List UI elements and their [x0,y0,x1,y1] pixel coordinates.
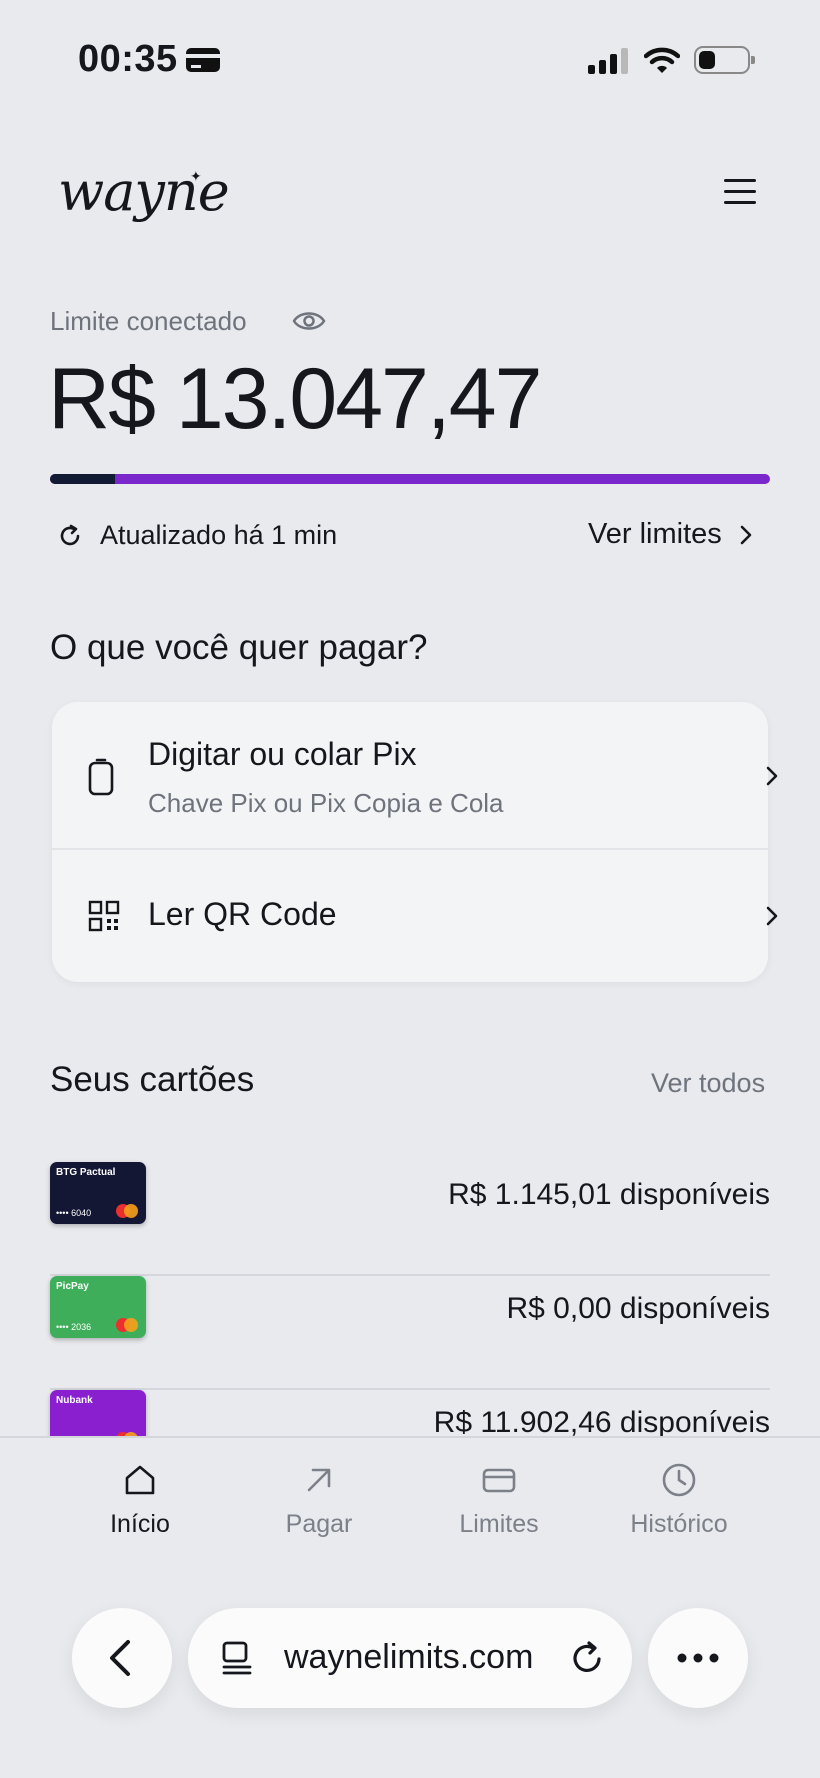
ellipsis-icon [677,1653,719,1663]
limit-progress-used [50,474,115,484]
chevron-left-icon [110,1640,130,1676]
card-item-btg[interactable]: BTG Pactual •••• 6040 R$ 1.145,01 dispon… [50,1162,770,1276]
reload-icon[interactable] [568,1638,608,1678]
card-thumbnail: PicPay •••• 2036 [50,1276,146,1338]
chevron-right-icon [766,766,778,786]
mastercard-icon [116,1318,138,1332]
more-options-button[interactable] [648,1608,748,1708]
wallet-card-icon [186,48,220,72]
chevron-right-icon [766,906,778,926]
read-qr-option[interactable]: Ler QR Code [52,850,778,982]
browser-back-button[interactable] [72,1608,172,1708]
card-number: •••• 2036 [56,1322,92,1332]
card-number: •••• 6040 [56,1208,92,1218]
read-qr-title: Ler QR Code [148,896,337,932]
refresh-icon[interactable] [56,522,84,550]
pix-key-title: Digitar ou colar Pix [148,736,417,772]
card-brand-name: Nubank [56,1395,93,1406]
limit-value: R$ 13.047,47 [48,351,542,447]
hamburger-menu-icon[interactable] [722,178,758,206]
tabs-icon [222,1641,252,1675]
pay-section-title: O que você quer pagar? [50,628,428,667]
pay-options-card: Digitar ou colar Pix Chave Pix ou Pix Co… [52,702,778,982]
arrow-up-right-icon [307,1468,331,1492]
card-thumbnail: BTG Pactual •••• 6040 [50,1162,146,1224]
address-bar[interactable]: waynelimits.com [188,1608,632,1708]
pix-key-subtitle: Chave Pix ou Pix Copia e Cola [148,788,504,818]
see-limits-link[interactable]: Ver limites [588,518,756,551]
cards-section-title: Seus cartões [50,1060,255,1099]
card-available: R$ 1.145,01 disponíveis [448,1178,770,1211]
nav-label: Início [110,1510,170,1538]
card-available: R$ 0,00 disponíveis [506,1292,771,1325]
sparkle-icon: ✦ [190,168,202,184]
card-available: R$ 11.902,46 disponíveis [433,1406,770,1439]
status-time: 00:35 [78,38,178,80]
nav-label: Pagar [285,1510,353,1538]
nav-label: Limites [459,1510,539,1538]
limit-progress-bar [50,474,770,484]
nav-item-limites[interactable]: Limites [414,1462,584,1539]
home-icon [125,1465,155,1495]
updated-text: Atualizado há 1 min [100,520,338,550]
cellular-signal-icon [588,48,630,74]
limit-label: Limite conectado [50,306,247,336]
nav-item-historico[interactable]: Histórico [594,1462,764,1539]
wifi-icon [644,47,680,73]
nav-label: Histórico [630,1510,728,1538]
phone-icon [88,758,114,796]
pix-key-option[interactable]: Digitar ou colar Pix Chave Pix ou Pix Co… [52,702,778,850]
card-brand-name: BTG Pactual [56,1167,116,1178]
chevron-right-icon [740,525,752,544]
wayne-logo[interactable]: wayne [58,160,230,223]
qr-code-icon [88,900,120,932]
eye-icon[interactable] [292,308,326,334]
url-text: waynelimits.com [284,1638,534,1676]
see-all-cards-link[interactable]: Ver todos [651,1068,765,1099]
card-brand-name: PicPay [56,1281,89,1292]
clock-icon [662,1463,696,1497]
mastercard-icon [116,1204,138,1218]
battery-icon [694,46,755,74]
card-icon [482,1468,516,1493]
card-item-picpay[interactable]: PicPay •••• 2036 R$ 0,00 disponíveis [50,1276,770,1390]
see-limits-label: Ver limites [588,518,722,550]
nav-item-pagar[interactable]: Pagar [234,1462,404,1539]
nav-item-inicio[interactable]: Início [55,1462,225,1539]
